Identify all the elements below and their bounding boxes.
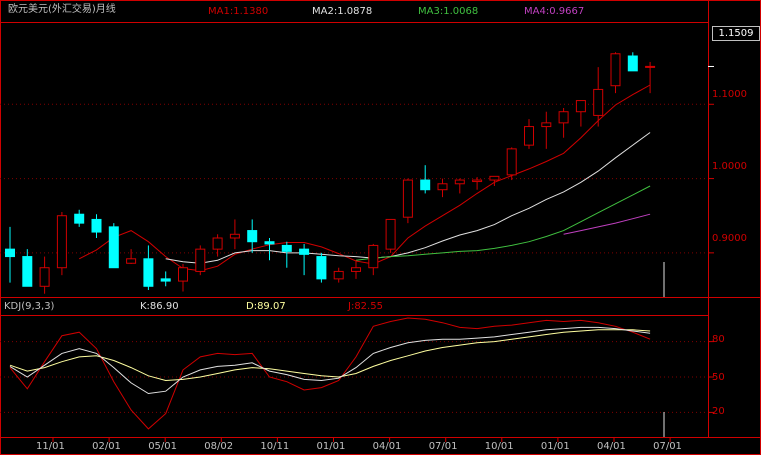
candle-body <box>299 248 310 255</box>
candle-body <box>178 267 188 282</box>
price-tick-2: 1.0000 <box>712 161 747 172</box>
candle-body <box>212 237 223 250</box>
candle-body <box>126 258 137 264</box>
x-axis-label: 02/01 <box>92 441 121 452</box>
candle-body <box>645 65 656 68</box>
kdj-tick-80: 80 <box>712 334 725 345</box>
candle-body <box>143 258 154 287</box>
ma1-label: MA1:1.1380 <box>208 6 269 17</box>
candle-body <box>558 111 569 124</box>
candle-body <box>351 267 361 272</box>
candle-body <box>472 179 483 183</box>
kdj-k-value: K:86.90 <box>140 301 179 312</box>
candle-body <box>575 100 586 113</box>
candle-body <box>420 179 431 191</box>
x-axis-label: 05/01 <box>148 441 178 452</box>
candle-body <box>229 233 240 239</box>
candle-body <box>333 270 344 280</box>
candle-body <box>454 179 465 185</box>
chart-canvas[interactable] <box>0 0 761 455</box>
candle-body <box>91 218 102 233</box>
candle-body <box>627 55 638 72</box>
candle-body <box>281 244 292 252</box>
x-axis-label: 10/01 <box>484 441 514 452</box>
kdj-d-value: D:89.07 <box>246 301 286 312</box>
candle-body <box>437 183 448 191</box>
candle-body <box>160 278 171 282</box>
candle-body <box>402 179 413 218</box>
price-tick-1: 1.1000 <box>712 89 747 100</box>
candle-body <box>195 248 206 272</box>
x-axis-label: 04/01 <box>597 441 626 452</box>
ma2-label: MA2:1.0878 <box>312 6 373 17</box>
x-axis-label: 01/01 <box>540 441 570 452</box>
ma3-line <box>355 185 651 261</box>
kdj-d-line <box>9 329 651 382</box>
candle-body <box>610 53 621 87</box>
x-axis-label: 07/01 <box>428 441 458 452</box>
candle-body <box>316 256 327 280</box>
x-axis-label: 01/01 <box>316 441 346 452</box>
x-axis-label: 10/11 <box>260 441 290 452</box>
candle-body <box>56 215 67 269</box>
kdj-label: KDJ(9,3,3) <box>4 301 55 312</box>
candle-body <box>5 248 15 258</box>
x-axis-label: 04/01 <box>372 441 402 452</box>
candle-body <box>39 267 50 287</box>
current-price-badge: 1.1509 <box>712 26 760 41</box>
chart-title: 欧元美元(外汇交易)月线 <box>8 4 116 15</box>
candle-body <box>506 148 517 176</box>
candle-body <box>22 256 33 287</box>
ma3-label: MA3:1.0068 <box>418 6 479 17</box>
ma4-label: MA4:0.9667 <box>524 6 585 17</box>
candle-body <box>385 218 396 250</box>
kdj-tick-20: 20 <box>712 406 725 417</box>
candle-body <box>368 244 379 269</box>
x-axis-label: 11/01 <box>36 441 65 452</box>
kdj-j-value: J:82.55 <box>348 301 383 312</box>
candle-body <box>524 126 534 146</box>
kdj-tick-50: 50 <box>712 372 725 383</box>
x-axis-label: 07/01 <box>653 441 682 452</box>
candle-body <box>247 230 258 243</box>
x-axis-label: 08/02 <box>204 441 234 452</box>
candle-body <box>489 175 500 181</box>
candle-body <box>108 226 119 269</box>
candle-body <box>74 213 85 224</box>
kdj-j-line <box>9 317 651 430</box>
candle-body <box>593 88 604 116</box>
candle-body <box>264 241 275 245</box>
price-tick-3: 0.9000 <box>712 233 747 244</box>
candle-body <box>541 122 552 128</box>
